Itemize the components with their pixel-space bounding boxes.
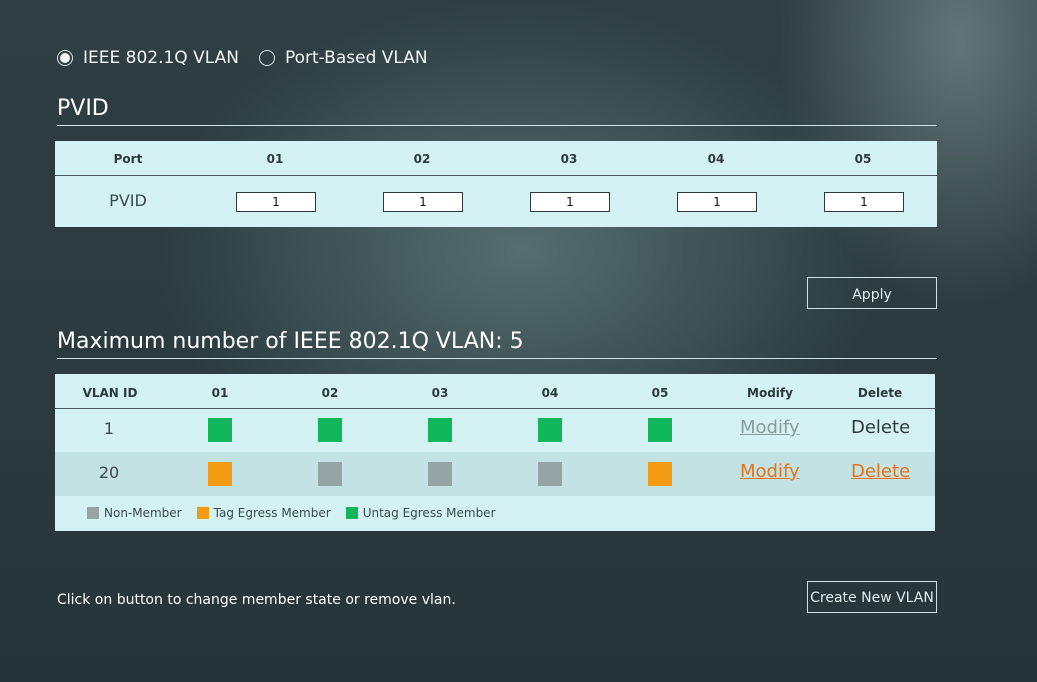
legend-non-member-label: Non-Member (104, 506, 182, 520)
pvid-divider (57, 125, 937, 126)
member-toggle-20-04[interactable] (538, 462, 562, 486)
apply-button[interactable]: Apply (807, 277, 937, 309)
legend-untag-member: Untag Egress Member (345, 506, 496, 520)
table-row: 20 Modify Delete (55, 452, 935, 496)
pvid-input-01[interactable]: 1 (236, 192, 316, 212)
member-legend: Non-Member Tag Egress Member Untag Egres… (87, 506, 511, 520)
vlan-id-cell: 1 (103, 419, 115, 438)
pvid-input-04[interactable]: 1 (677, 192, 757, 212)
legend-tag-member: Tag Egress Member (196, 506, 331, 520)
pvid-port-header: Port (113, 152, 143, 166)
member-toggle-1-01[interactable] (208, 418, 232, 442)
member-toggle-20-03[interactable] (428, 462, 452, 486)
vlan-port-header-05: 05 (651, 386, 669, 400)
vlan-table-header: VLAN ID 01 02 03 04 05 Modify Delete (55, 374, 935, 409)
legend-non-member: Non-Member (87, 506, 182, 520)
radio-8021q-label: IEEE 802.1Q VLAN (83, 48, 239, 68)
delete-link[interactable]: Delete (851, 461, 910, 482)
pvid-input-02[interactable]: 1 (383, 192, 463, 212)
pvid-table: Port 01 02 03 04 05 PVID 1 1 1 1 1 (55, 141, 937, 227)
member-toggle-1-04[interactable] (538, 418, 562, 442)
legend-untag-member-swatch (345, 507, 358, 519)
legend-untag-member-label: Untag Egress Member (362, 506, 496, 520)
legend-non-member-swatch (87, 507, 99, 519)
pvid-port-header-04: 04 (707, 152, 725, 166)
member-toggle-20-05[interactable] (648, 462, 672, 486)
vlan-table: VLAN ID 01 02 03 04 05 Modify Delete 1 M… (55, 374, 935, 531)
vlan-modify-header: Modify (747, 386, 793, 400)
radio-port-based[interactable]: Port-Based VLAN (258, 48, 428, 68)
vlan-port-header-03: 03 (431, 386, 449, 400)
legend-tag-member-swatch (196, 507, 209, 519)
pvid-port-header-05: 05 (854, 152, 872, 166)
vlan-delete-header: Delete (857, 386, 903, 400)
modify-link: Modify (740, 417, 800, 438)
radio-port-based-label: Port-Based VLAN (284, 48, 428, 68)
radio-8021q[interactable]: IEEE 802.1Q VLAN (57, 48, 239, 68)
vlan-port-header-01: 01 (211, 386, 229, 400)
create-vlan-button[interactable]: Create New VLAN (807, 581, 937, 613)
pvid-table-header: Port 01 02 03 04 05 (55, 141, 937, 176)
vlan-port-header-02: 02 (321, 386, 339, 400)
member-toggle-20-01[interactable] (208, 462, 232, 486)
pvid-input-05[interactable]: 1 (824, 192, 904, 212)
pvid-port-header-02: 02 (413, 152, 431, 166)
member-toggle-1-03[interactable] (428, 418, 452, 442)
pvid-row-label: PVID (109, 191, 147, 210)
member-toggle-1-05[interactable] (648, 418, 672, 442)
legend-tag-member-label: Tag Egress Member (213, 506, 331, 520)
radio-8021q-indicator[interactable] (57, 50, 73, 66)
vlan-port-header-04: 04 (541, 386, 559, 400)
vlan-mode-group: IEEE 802.1Q VLAN Port-Based VLAN (57, 45, 448, 71)
pvid-section-title: PVID (57, 96, 109, 121)
pvid-port-header-03: 03 (560, 152, 578, 166)
table-row: 1 Modify Delete (55, 408, 935, 452)
vlan-id-cell: 20 (98, 463, 120, 482)
member-toggle-20-02[interactable] (318, 462, 342, 486)
pvid-input-03[interactable]: 1 (530, 192, 610, 212)
modify-link[interactable]: Modify (740, 461, 800, 482)
vlan-section-title: Maximum number of IEEE 802.1Q VLAN: 5 (57, 329, 524, 354)
hint-text: Click on button to change member state o… (57, 592, 456, 608)
delete-text: Delete (851, 417, 911, 438)
vlan-divider (57, 358, 937, 359)
pvid-port-header-01: 01 (266, 152, 284, 166)
vlan-id-header: VLAN ID (82, 386, 138, 400)
radio-port-based-indicator[interactable] (258, 50, 275, 66)
member-toggle-1-02[interactable] (318, 418, 342, 442)
